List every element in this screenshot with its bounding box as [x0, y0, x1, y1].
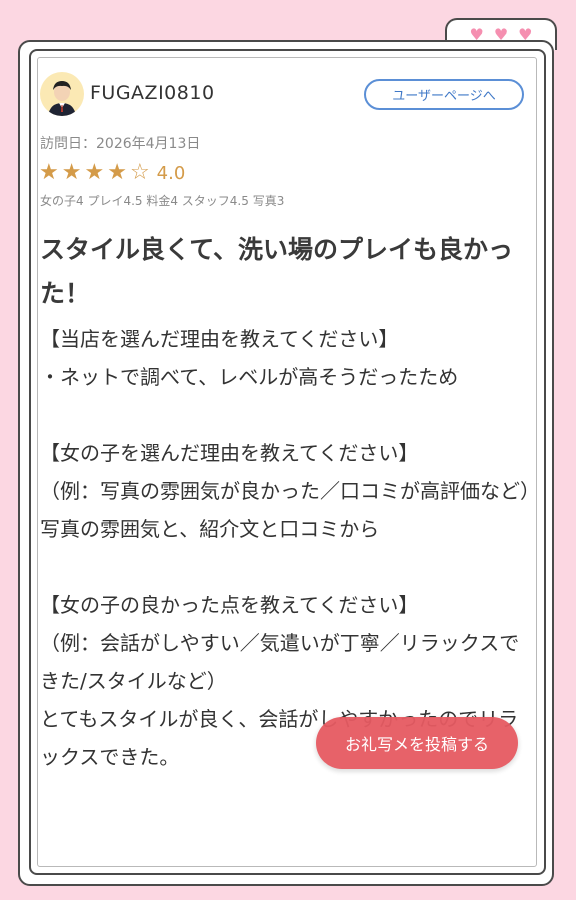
- review-body: 【当店を選んだ理由を教えてください】 ・ネットで調べて、レベルが高そうだったため…: [40, 320, 540, 776]
- review-title: スタイル良くて、洗い場のプレイも良かった！: [40, 235, 514, 308]
- body-line: （例：会話がしやすい／気遣いが丁寧／リラックスできた/スタイルなど）: [40, 631, 520, 693]
- post-thanks-photo-button[interactable]: お礼写メを投稿する: [316, 717, 518, 769]
- visit-date: 訪問日：2026年4月13日: [40, 136, 201, 152]
- rating-stars: ★ ★ ★ ★ ☆ 4.0: [39, 162, 185, 184]
- avatar: [40, 72, 84, 116]
- star-filled-icon: ★: [107, 160, 127, 185]
- star-filled-icon: ★: [84, 160, 105, 185]
- sub-ratings: 女の子4 プレイ4.5 料金4 スタッフ4.5 写真3: [40, 194, 285, 208]
- body-line: 【女の子を選んだ理由を教えてください】: [40, 441, 419, 465]
- body-line: ・ネットで調べて、レベルが高そうだったため: [40, 365, 459, 389]
- rating-score: 4.0: [156, 162, 186, 184]
- star-filled-icon: ★: [61, 160, 82, 185]
- star-empty-icon: ☆: [129, 160, 150, 185]
- body-line: 【女の子の良かった点を教えてください】: [40, 593, 419, 617]
- body-line: （例：写真の雰囲気が良かった／口コミが高評価など）: [40, 479, 540, 503]
- body-line: 写真の雰囲気と、紹介文と口コミから: [40, 517, 380, 541]
- star-filled-icon: ★: [39, 160, 59, 185]
- username[interactable]: FUGAZI0810: [90, 82, 215, 104]
- user-page-button[interactable]: ユーザーページへ: [364, 79, 524, 110]
- body-line: 【当店を選んだ理由を教えてください】: [40, 327, 399, 351]
